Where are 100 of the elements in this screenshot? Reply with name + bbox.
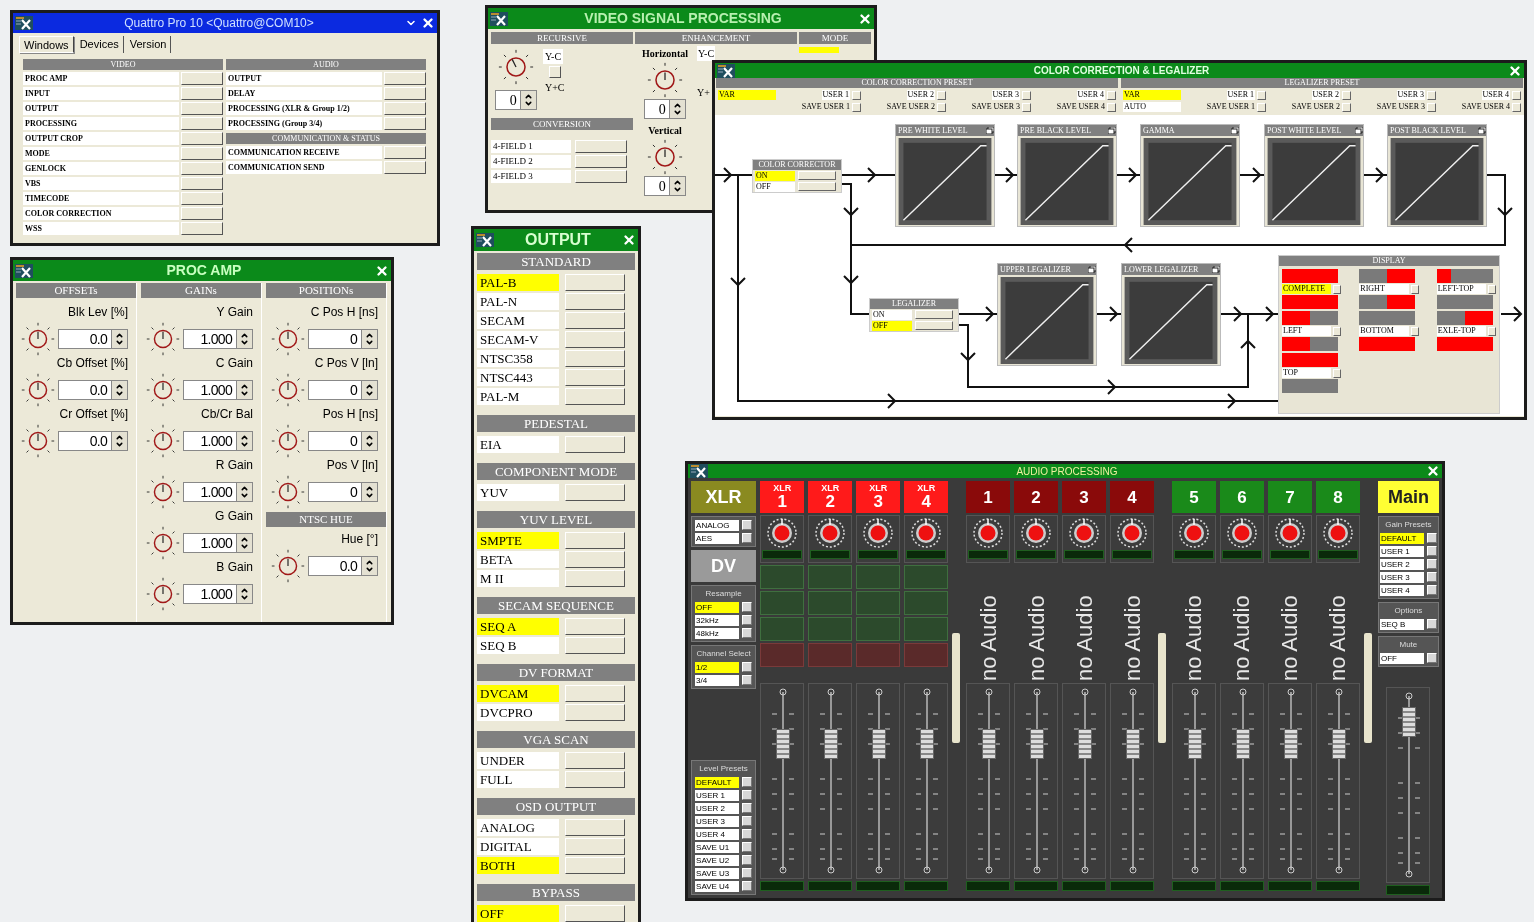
collapse-handle[interactable]: [1363, 633, 1372, 743]
open-button[interactable]: [181, 116, 223, 130]
window-list-item[interactable]: OUTPUT: [23, 101, 179, 115]
option-item[interactable]: NTSC443: [477, 368, 559, 386]
option-item[interactable]: 3/4: [695, 674, 740, 686]
open-button[interactable]: [181, 131, 223, 145]
select-button[interactable]: [1426, 559, 1437, 569]
select-button[interactable]: [565, 904, 625, 922]
window-list-item[interactable]: GENLOCK: [23, 161, 179, 175]
channel-header[interactable]: 7: [1267, 481, 1312, 513]
select-button[interactable]: [575, 140, 627, 153]
channel-header[interactable]: 8: [1315, 481, 1360, 513]
select-button[interactable]: [742, 790, 753, 800]
window-list-item[interactable]: COMMUNICATION RECEIVE: [226, 145, 382, 159]
option-item[interactable]: 4-FIELD 3: [491, 170, 571, 183]
rotary-knob[interactable]: [270, 548, 306, 584]
open-button[interactable]: [181, 176, 223, 190]
load-button[interactable]: [1512, 90, 1521, 100]
transfer-curve-drawing[interactable]: [1266, 138, 1362, 225]
option-item[interactable]: DVCAM: [477, 684, 559, 702]
fader-thumb[interactable]: [1331, 728, 1346, 759]
save-button[interactable]: [852, 102, 861, 112]
spin-field[interactable]: 0: [644, 99, 686, 119]
select-button[interactable]: [742, 615, 753, 625]
rotary-knob[interactable]: [145, 423, 181, 459]
select-button[interactable]: [565, 330, 625, 348]
select-button[interactable]: [742, 777, 753, 787]
channel-header[interactable]: XLR 4: [904, 481, 949, 513]
channel-header[interactable]: XLR 2: [808, 481, 853, 513]
channel-header[interactable]: 2: [1014, 481, 1059, 513]
collapse-handle[interactable]: [952, 633, 961, 743]
select-button[interactable]: [742, 675, 753, 685]
tab[interactable]: Version: [125, 36, 172, 53]
window-restore-icon[interactable]: [1108, 127, 1116, 134]
option-item[interactable]: USER 4: [695, 828, 740, 840]
close-button[interactable]: [1508, 63, 1522, 78]
window-list-item[interactable]: WSS: [23, 221, 179, 235]
option-item[interactable]: ON: [755, 170, 795, 181]
select-button[interactable]: [565, 368, 625, 386]
select-button[interactable]: [565, 531, 625, 549]
select-button[interactable]: [565, 751, 625, 769]
rotary-knob[interactable]: [145, 372, 181, 408]
rotary-knob[interactable]: [20, 372, 56, 408]
gain-knob[interactable]: [1067, 516, 1102, 550]
spin-field[interactable]: 0: [308, 329, 378, 349]
transfer-curve-drawing[interactable]: [1019, 138, 1115, 225]
select-button[interactable]: [1426, 533, 1437, 543]
option-item[interactable]: OFF: [695, 601, 740, 613]
option-item[interactable]: PAL-N: [477, 292, 559, 310]
option-item[interactable]: ANALOG: [695, 519, 740, 531]
fader-thumb[interactable]: [776, 728, 791, 759]
spin-field[interactable]: 0: [308, 431, 378, 451]
select-button[interactable]: [742, 868, 753, 878]
spinner-icon[interactable]: [361, 432, 377, 450]
spinner-icon[interactable]: [236, 330, 252, 348]
select-button[interactable]: [742, 602, 753, 612]
transfer-curve-drawing[interactable]: [1142, 138, 1238, 225]
window-list-item[interactable]: COMMUNICATION SEND: [226, 160, 382, 174]
save-button[interactable]: [937, 102, 946, 112]
fader-thumb[interactable]: [982, 728, 997, 759]
spinner-icon[interactable]: [111, 330, 127, 348]
option-item[interactable]: DIGITAL: [477, 837, 559, 855]
select-button[interactable]: [1426, 546, 1437, 556]
close-button[interactable]: [421, 16, 435, 30]
option-item[interactable]: OFF: [872, 320, 912, 331]
option-item[interactable]: USER 4: [1379, 584, 1424, 596]
select-button[interactable]: [915, 321, 953, 330]
transfer-curve-drawing[interactable]: [1123, 277, 1219, 364]
window-list-item[interactable]: OUTPUT: [226, 71, 382, 85]
save-button[interactable]: [1107, 102, 1116, 112]
select-button[interactable]: [565, 273, 625, 291]
fader-thumb[interactable]: [1402, 707, 1417, 738]
open-button[interactable]: [181, 101, 223, 115]
window-list-item[interactable]: PROCESSING (XLR & Group 1/2): [226, 101, 382, 115]
rotary-knob[interactable]: [20, 423, 56, 459]
option-item[interactable]: BETA: [477, 550, 559, 568]
select-button[interactable]: [565, 636, 625, 654]
select-button[interactable]: [1333, 284, 1342, 294]
spin-field[interactable]: 1.000: [183, 533, 253, 553]
fader-thumb[interactable]: [1126, 728, 1141, 759]
option-item[interactable]: USER 1: [1379, 545, 1424, 557]
option-item[interactable]: SMPTE: [477, 531, 559, 549]
select-button[interactable]: [1410, 326, 1419, 336]
preset-mode[interactable]: VAR: [1123, 90, 1181, 100]
load-button[interactable]: [1107, 90, 1116, 100]
window-list-item[interactable]: VBS: [23, 176, 179, 190]
window-list-item[interactable]: INPUT: [23, 86, 179, 100]
channel-header[interactable]: 6: [1219, 481, 1264, 513]
option-item[interactable]: SECAM-V: [477, 330, 559, 348]
rotary-knob[interactable]: [646, 138, 684, 176]
spinner-icon[interactable]: [111, 381, 127, 399]
gain-knob[interactable]: [765, 516, 800, 550]
option-item[interactable]: YUV: [477, 483, 559, 501]
window-list-item[interactable]: PROCESSING (Group 3/4): [226, 116, 382, 130]
select-button[interactable]: [1426, 572, 1437, 582]
option-item[interactable]: UNDER: [477, 751, 559, 769]
display-option[interactable]: TOP: [1282, 368, 1332, 378]
collapse-handle[interactable]: [1158, 633, 1167, 743]
select-button[interactable]: [1333, 368, 1342, 378]
channel-header[interactable]: 5: [1171, 481, 1216, 513]
